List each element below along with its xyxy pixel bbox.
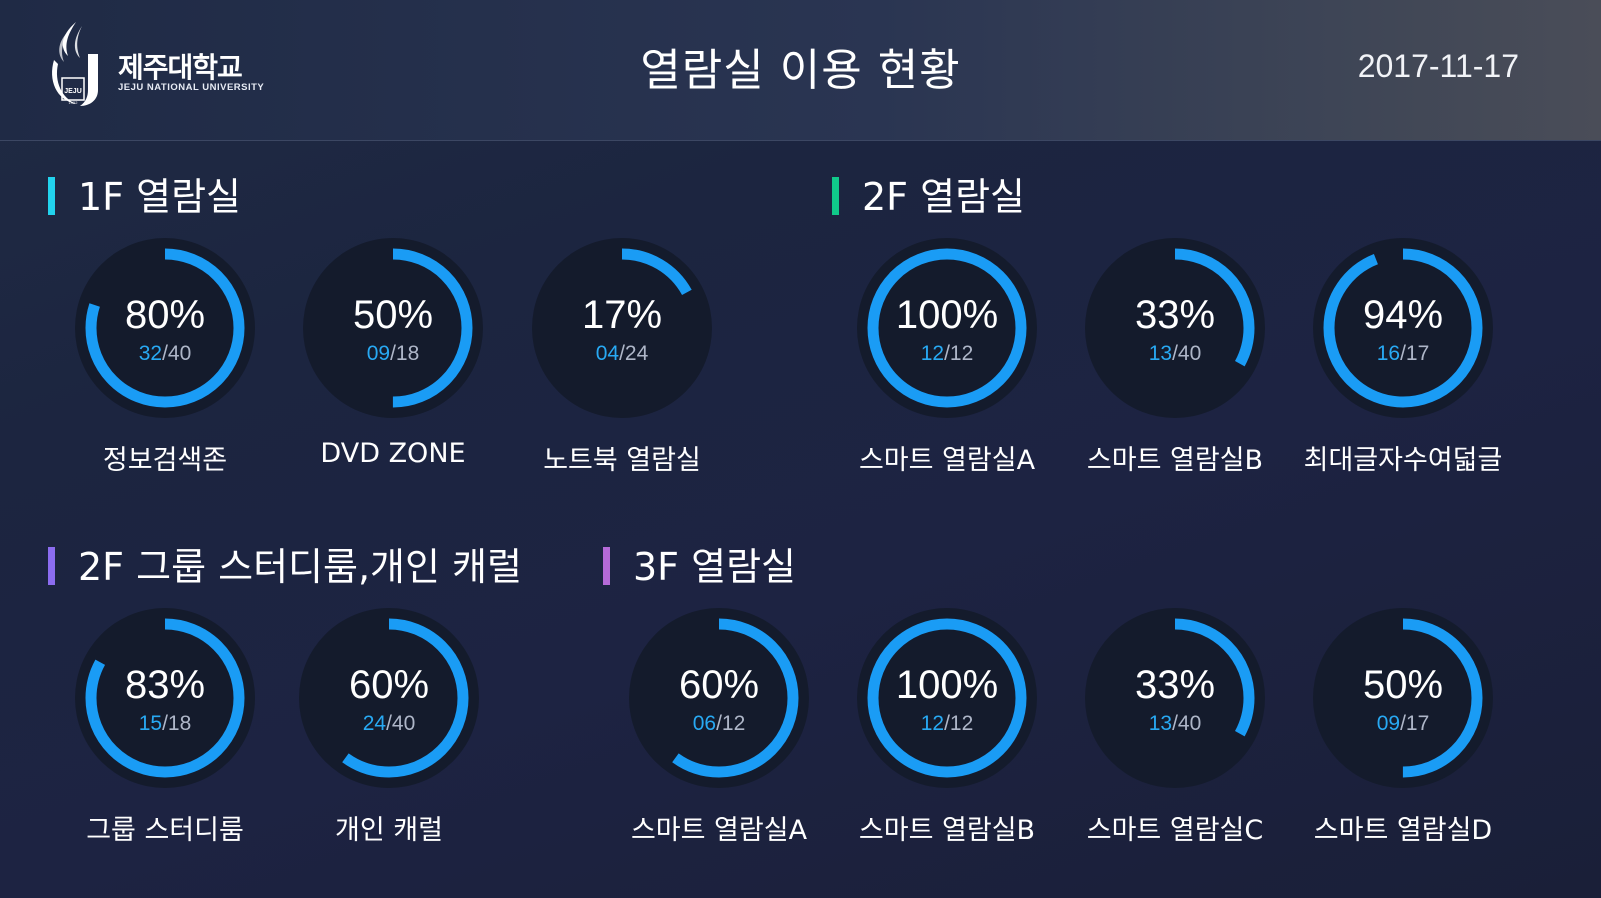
logo-mark-year: 1952	[69, 100, 79, 105]
occupancy-percent: 80%	[124, 293, 206, 337]
room-name: 개인 캐럴	[335, 815, 443, 846]
room-gauge: 17% 04/24 노트북 열람실	[507, 238, 737, 488]
seat-count: 13/40	[1060, 342, 1290, 366]
occupancy-percent: 60%	[678, 663, 760, 707]
room-gauge: 83% 15/18 그룹 스터디룸	[50, 608, 280, 858]
occupancy-percent: 33%	[1134, 293, 1216, 337]
occupancy-percent: 83%	[124, 663, 206, 707]
seat-count: 13/40	[1060, 712, 1290, 736]
section-title-2f: 2F 열람실	[832, 175, 1025, 219]
seats-used: 15	[138, 712, 163, 735]
room-name: 노트북 열람실	[543, 445, 701, 476]
seat-count: 12/12	[832, 342, 1062, 366]
seats-used: 32	[138, 342, 163, 365]
seats-used: 24	[362, 712, 387, 735]
room-gauge: 50% 09/18 DVD ZONE	[278, 238, 508, 488]
occupancy-percent: 33%	[1134, 663, 1216, 707]
seats-used: 12	[920, 342, 945, 365]
seats-used: 06	[692, 712, 717, 735]
room-gauge: 60% 24/40 개인 캐럴	[274, 608, 504, 858]
seats-total: /40	[162, 342, 192, 365]
room-gauge: 80% 32/40 정보검색존	[50, 238, 280, 488]
occupancy-percent: 60%	[348, 663, 430, 707]
room-gauge: 50% 09/17 스마트 열람실D	[1288, 608, 1518, 858]
seat-count: 09/18	[278, 342, 508, 366]
seats-total: /40	[386, 712, 416, 735]
seats-used: 13	[1148, 712, 1173, 735]
seat-count: 09/17	[1288, 712, 1518, 736]
occupancy-percent: 50%	[352, 293, 434, 337]
seat-count: 12/12	[832, 712, 1062, 736]
seat-count: 32/40	[50, 342, 280, 366]
occupancy-percent: 50%	[1362, 663, 1444, 707]
section-title-1f: 1F 열람실	[48, 175, 241, 219]
seat-count: 15/18	[50, 712, 280, 736]
room-gauge: 33% 13/40 스마트 열람실C	[1060, 608, 1290, 858]
seat-count: 06/12	[604, 712, 834, 736]
occupancy-percent: 100%	[895, 663, 999, 707]
seats-total: /40	[1172, 342, 1202, 365]
seat-count: 16/17	[1288, 342, 1518, 366]
section-title-2f-group: 2F 그룹 스터디룸,개인 캐럴	[48, 545, 522, 589]
seats-total: /12	[944, 712, 974, 735]
seats-used: 09	[1376, 712, 1401, 735]
room-name: 스마트 열람실D	[1313, 815, 1493, 846]
seats-used: 12	[920, 712, 945, 735]
seats-total: /24	[619, 342, 649, 365]
room-gauge: 94% 16/17 최대글자수여덟글	[1288, 238, 1518, 488]
section-title-3f: 3F 열람실	[603, 545, 796, 589]
date-display: 2017-11-17	[1357, 48, 1519, 84]
seats-total: /17	[1400, 712, 1430, 735]
seats-total: /18	[162, 712, 192, 735]
room-gauge: 60% 06/12 스마트 열람실A	[604, 608, 834, 858]
section-title-text: 1F 열람실	[78, 175, 241, 219]
section-bar	[48, 177, 55, 215]
seats-total: /40	[1172, 712, 1202, 735]
section-bar	[832, 177, 839, 215]
occupancy-percent: 94%	[1362, 293, 1444, 337]
seats-total: /12	[944, 342, 974, 365]
section-title-text: 2F 열람실	[862, 175, 1025, 219]
seats-used: 09	[366, 342, 391, 365]
seats-used: 13	[1148, 342, 1173, 365]
section-title-text: 2F 그룹 스터디룸,개인 캐럴	[78, 545, 522, 589]
seats-total: /17	[1400, 342, 1430, 365]
seats-total: /18	[390, 342, 420, 365]
section-bar	[603, 547, 610, 585]
seats-used: 04	[595, 342, 620, 365]
seat-count: 24/40	[274, 712, 504, 736]
room-gauge: 33% 13/40 스마트 열람실B	[1060, 238, 1290, 488]
occupancy-percent: 100%	[895, 293, 999, 337]
occupancy-percent: 17%	[581, 293, 663, 337]
section-title-text: 3F 열람실	[633, 545, 796, 589]
seats-total: /12	[716, 712, 746, 735]
room-name: 최대글자수여덟글	[1303, 445, 1503, 476]
seats-used: 16	[1376, 342, 1401, 365]
room-gauge: 100% 12/12 스마트 열람실A	[832, 238, 1062, 488]
room-gauge: 100% 12/12 스마트 열람실B	[832, 608, 1062, 858]
section-bar	[48, 547, 55, 585]
header: JEJU 1952 제주대학교 JEJU NATIONAL UNIVERSITY…	[0, 0, 1601, 141]
seat-count: 04/24	[507, 342, 737, 366]
